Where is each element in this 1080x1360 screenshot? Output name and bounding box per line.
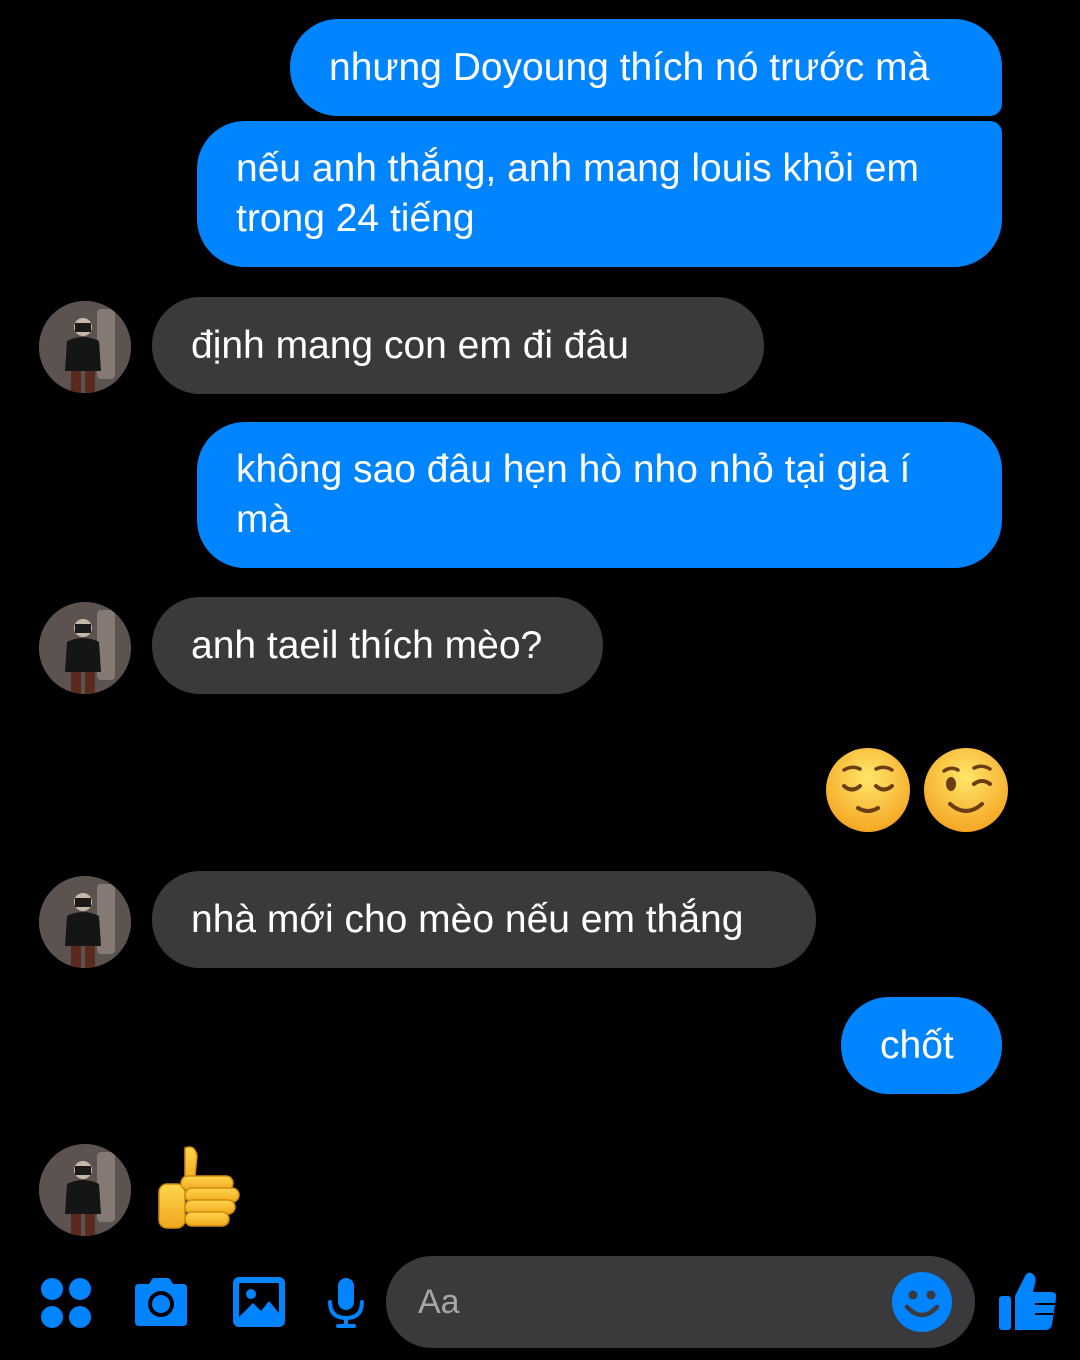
like-icon[interactable] <box>997 1270 1059 1332</box>
message-input-placeholder: Aa <box>418 1283 460 1321</box>
message-input[interactable]: Aa <box>386 1256 975 1348</box>
message-text: định mang con em đi đâu <box>191 323 629 367</box>
contact-avatar[interactable] <box>39 301 131 393</box>
chat-screen: nhưng Doyoung thích nó trước mà nếu anh … <box>0 0 1080 1360</box>
message-text: không sao đâu hẹn hò nho nhỏ tại gia í m… <box>236 448 911 541</box>
message-text: nhưng Doyoung thích nó trước mà <box>329 45 930 89</box>
incoming-message-bubble[interactable]: định mang con em đi đâu <box>152 297 764 468</box>
microphone-icon[interactable] <box>326 1276 366 1330</box>
incoming-message-bubble[interactable]: nhà mới cho mèo nếu em thắng <box>152 871 816 968</box>
menu-dots-icon[interactable] <box>40 1277 92 1329</box>
thumbs-up-emoji[interactable] <box>155 1142 247 1234</box>
angry-face-emoji <box>643 323 689 468</box>
contact-avatar[interactable] <box>39 1144 131 1236</box>
winking-face-emoji[interactable] <box>922 746 1010 834</box>
message-text: anh taeil thích mèo? <box>191 623 543 667</box>
outgoing-message-bubble[interactable]: không sao đâu hẹn hò nho nhỏ tại gia í m… <box>197 422 1002 568</box>
outgoing-message-bubble[interactable]: nhưng Doyoung thích nó trước mà <box>290 19 1002 116</box>
contact-avatar[interactable] <box>39 876 131 968</box>
emoji-icon[interactable] <box>891 1271 953 1333</box>
contact-avatar[interactable] <box>39 602 131 694</box>
outgoing-message-bubble[interactable]: chốt <box>841 997 1002 1094</box>
message-text: nếu anh thắng, anh mang louis khỏi em tr… <box>236 147 919 240</box>
message-text: nhà mới cho mèo nếu em thắng <box>191 897 744 941</box>
message-text: chốt <box>880 1023 954 1067</box>
relieved-face-emoji[interactable] <box>824 746 912 834</box>
gallery-icon[interactable] <box>231 1275 287 1329</box>
outgoing-message-bubble[interactable]: nếu anh thắng, anh mang louis khỏi em tr… <box>197 121 1002 267</box>
camera-icon[interactable] <box>131 1276 191 1328</box>
incoming-message-bubble[interactable]: anh taeil thích mèo? <box>152 597 603 694</box>
